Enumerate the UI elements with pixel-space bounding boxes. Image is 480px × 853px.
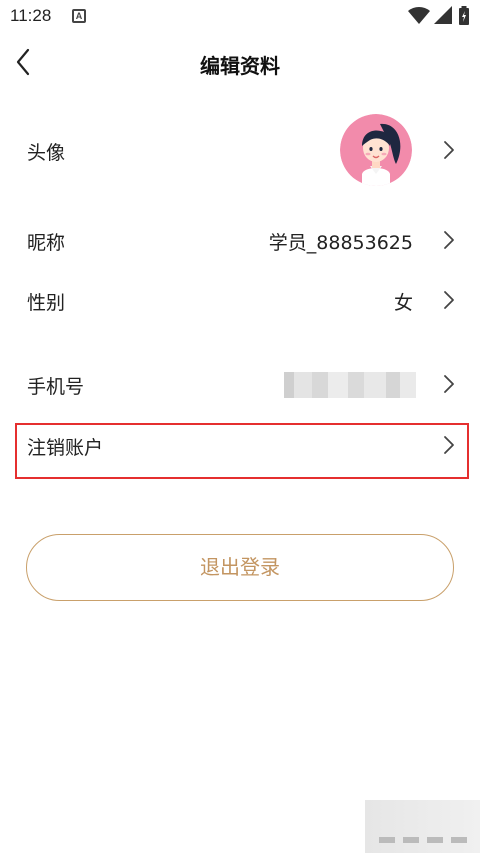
chevron-right-icon xyxy=(444,375,454,393)
status-time: 11:28 xyxy=(10,6,52,25)
corner-overlay xyxy=(365,800,480,853)
row-value-gender: 女 xyxy=(393,292,413,314)
battery-icon xyxy=(459,6,469,25)
notification-icon: A xyxy=(72,9,86,23)
row-label-cancel-account: 注销账户 xyxy=(27,437,104,459)
header: 编辑资料 xyxy=(0,34,480,92)
signal-icon xyxy=(434,6,452,24)
row-label-gender: 性别 xyxy=(27,292,66,314)
row-value-nickname: 学员_88853625 xyxy=(268,232,413,254)
masked-phone-number xyxy=(284,372,416,398)
status-bar: 11:28 A xyxy=(0,0,480,34)
status-icons xyxy=(408,6,472,26)
logout-button[interactable]: 退出登录 xyxy=(26,534,454,601)
row-label-avatar: 头像 xyxy=(27,142,66,164)
chevron-right-icon xyxy=(444,436,454,454)
page-title: 编辑资料 xyxy=(200,54,280,78)
chevron-right-icon xyxy=(444,291,454,309)
wifi-icon xyxy=(408,6,430,25)
avatar xyxy=(340,114,412,186)
chevron-right-icon xyxy=(444,231,454,249)
row-label-phone: 手机号 xyxy=(27,376,85,398)
row-label-nickname: 昵称 xyxy=(27,232,66,254)
chevron-right-icon xyxy=(444,141,454,159)
